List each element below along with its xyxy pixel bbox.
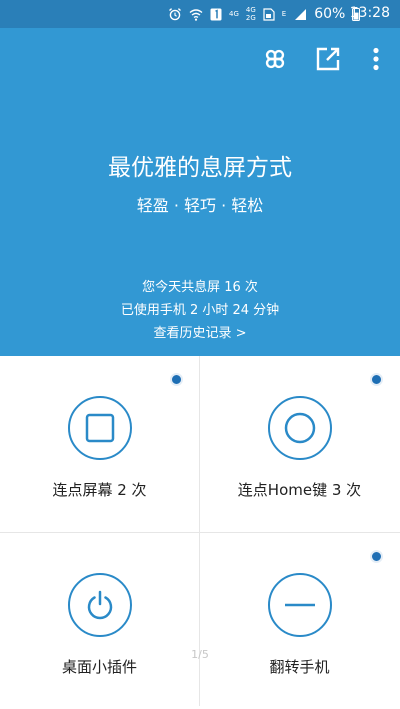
wifi-icon [189,8,203,21]
header: 最优雅的息屏方式 轻盈 · 轻巧 · 轻松 您今天共息屏 16 次 已使用手机 … [0,28,400,356]
mode-label: 连点屏幕 2 次 [52,481,147,499]
square-icon [85,413,115,443]
more-options-button[interactable] [359,42,393,76]
clover-icon [265,49,285,69]
minus-icon [285,603,315,607]
mode-icon-circle [68,573,132,637]
screen-off-count: 您今天共息屏 16 次 [142,280,258,295]
notification-one-icon [210,8,222,20]
hero-title: 最优雅的息屏方式 [108,155,292,181]
alarm-icon [169,8,181,21]
usage-stats: 您今天共息屏 16 次 已使用手机 2 小时 24 分钟 查看历史记录 > [0,276,400,345]
network-e-label: E [281,9,287,18]
status-bar: 4G 4G 2G E 60% 13:28 [0,0,400,28]
network-4g-label: 4G [229,9,239,18]
signal-strength-icon [295,8,307,20]
mode-label: 连点Home键 3 次 [237,481,362,499]
mode-grid: 连点屏幕 2 次 连点Home键 3 次 桌面小插件 翻转手机 1/5 [0,356,400,706]
selected-indicator [370,550,383,563]
more-vert-icon [373,47,379,71]
power-icon [87,590,113,620]
hero-subtitle: 轻盈 · 轻巧 · 轻松 [136,196,264,215]
share-icon [316,47,340,71]
clover-button[interactable] [258,42,292,76]
selected-indicator [170,373,183,386]
circle-icon [284,412,316,444]
network-2g-label: 2G [245,13,256,22]
mode-triple-tap-home[interactable]: 连点Home键 3 次 [200,356,399,532]
sim-signal-icon [263,7,275,21]
page-indicator: 1/5 [191,648,209,661]
status-icons: 4G 4G 2G E 60% [168,5,361,23]
mode-icon-circle [268,396,332,460]
mode-desktop-widget[interactable]: 桌面小插件 [0,533,199,709]
phone-usage-time: 已使用手机 2 小时 24 分钟 [120,303,280,318]
network-2g-badge: 4G 2G [245,5,256,22]
clock: 13:28 [349,5,390,21]
view-history-link[interactable]: 查看历史记录 > [0,322,400,345]
selected-indicator [370,373,383,386]
battery-percent: 60% [314,6,346,22]
mode-flip-phone[interactable]: 翻转手机 [200,533,399,709]
share-button[interactable] [311,42,345,76]
mode-icon-circle [268,573,332,637]
network-4g-sub-label: 4G [245,5,256,14]
mode-double-tap-screen[interactable]: 连点屏幕 2 次 [0,356,199,532]
mode-icon-circle [68,396,132,460]
